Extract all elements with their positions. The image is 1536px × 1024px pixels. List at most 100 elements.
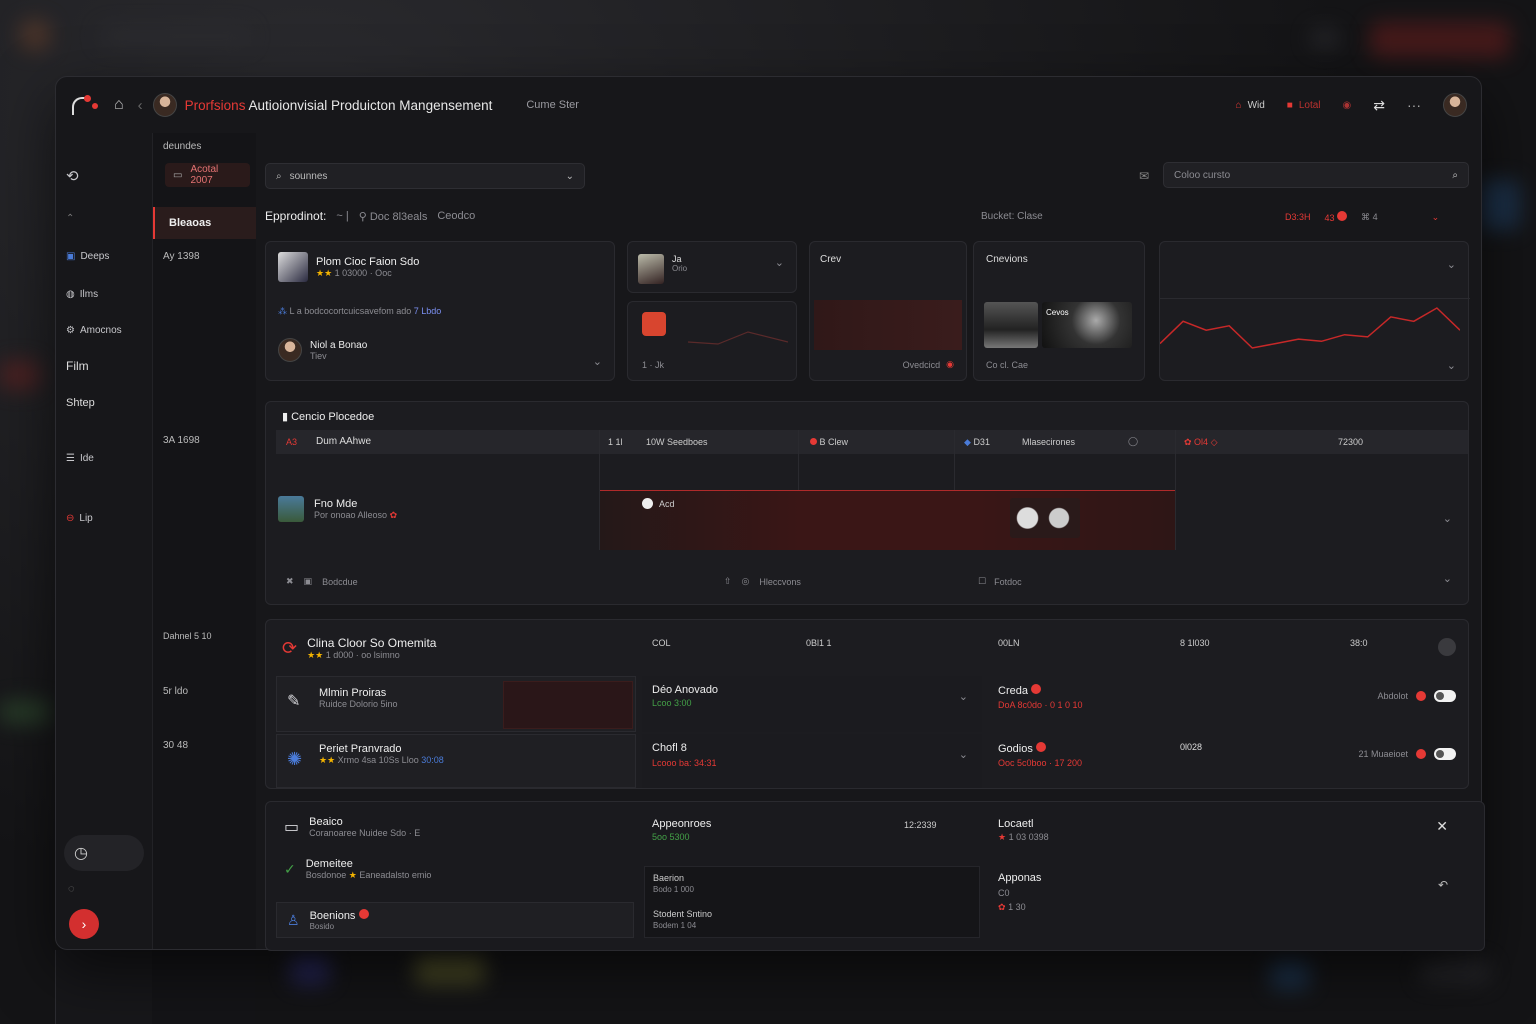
- profile-avatar[interactable]: [1443, 93, 1467, 117]
- project-row-1-mid[interactable]: Déo Anovado Lcoo 3:00 ⌄: [642, 676, 982, 732]
- subsidebar-label[interactable]: 5r ldo: [163, 686, 188, 697]
- tab-doc[interactable]: ⚲ Doc 8l3eals: [359, 210, 428, 223]
- schedule-footer-2[interactable]: ⇧ ◎ Hleccvons: [724, 576, 801, 587]
- home-icon[interactable]: ⌂: [114, 96, 124, 114]
- bottom-item-2-sub: Bosdonoe ★ Eaneadalsto emio: [306, 870, 432, 881]
- top-bar: ⌂ ‹ Prorfsions Autioionvisial Produicton…: [56, 77, 1481, 133]
- chevron-down-icon[interactable]: ⌄: [1447, 258, 1456, 271]
- chevron-down-icon[interactable]: ⌄: [1432, 212, 1440, 223]
- collapse-chevron-icon[interactable]: ⌃: [66, 213, 74, 224]
- chevron-down-icon[interactable]: ⌄: [1443, 572, 1452, 585]
- chevron-down-icon[interactable]: ⌄: [775, 256, 784, 269]
- project-row-2-left[interactable]: ✺ Periet Pranvrado ★★ Xrmo 4sa 10Ss Lloo…: [276, 734, 636, 788]
- share-icon[interactable]: ⇄: [1373, 97, 1385, 114]
- schedule-header-c2[interactable]: B Clew: [810, 437, 848, 447]
- schedule-tag[interactable]: Acd: [642, 498, 675, 509]
- crew-card[interactable]: Crev Ovedcicd ◉: [809, 241, 967, 381]
- schedule-footer-1[interactable]: ✖ ▣ Bodcdue: [286, 576, 358, 587]
- calendar-icon: ▭: [173, 169, 183, 181]
- top-item-lotal[interactable]: ■ Lotal: [1287, 100, 1321, 111]
- search-dropdown[interactable]: ⌕ sounnes ⌄: [265, 163, 585, 189]
- creations-card[interactable]: Cnevions Cevos Co cl. Cae: [973, 241, 1145, 381]
- profile-user-name: Niol a Bonao: [310, 340, 367, 351]
- creations-thumbnail-1[interactable]: [984, 302, 1038, 348]
- schedule-row[interactable]: Fno Mde Por onoao Alleoso ✿: [278, 496, 397, 522]
- sidebar-item-ilms[interactable]: ◍ Ilms: [66, 289, 98, 300]
- project-row-2-right[interactable]: Godios Ooc 5c0boo · 17 200 0l028 21 Muae…: [996, 734, 1466, 788]
- clock-button[interactable]: ◷: [64, 835, 144, 871]
- chevron-down-icon[interactable]: ⌄: [959, 748, 968, 761]
- chevron-down-icon[interactable]: ⌄: [1447, 359, 1456, 372]
- schedule-footer-3-label: Fotdoc: [994, 576, 1022, 587]
- search-icon: ⌕: [1452, 169, 1458, 181]
- schedule-title-text: Cencio Plocedoe: [291, 411, 375, 423]
- chevron-down-icon[interactable]: ⌄: [959, 690, 968, 703]
- creations-thumbnail-2[interactable]: Cevos: [1042, 302, 1132, 348]
- mini-chart-card[interactable]: 1 · Jk: [627, 301, 797, 381]
- bottom-mid-box[interactable]: Baerion Bodo 1 000 Stodent Sntino Bodem …: [644, 866, 980, 938]
- sidebar-item-ide[interactable]: ☰ Ide: [66, 453, 94, 464]
- sidebar-item-amocnos[interactable]: ⚙ Amocnos: [66, 325, 122, 336]
- app-logo[interactable]: [70, 91, 100, 119]
- row-1-toggle[interactable]: [1434, 690, 1456, 702]
- project-row-1-left[interactable]: ✎ Mlmin Proiras Ruidce Dolorio 5ino: [276, 676, 636, 732]
- chevron-down-icon[interactable]: ⌄: [593, 355, 602, 368]
- bottom-right-title: Locaetl: [998, 818, 1034, 830]
- mini-card[interactable]: Ja Orio ⌄: [627, 241, 797, 293]
- bottom-mid-title: Appeonroes: [652, 818, 712, 830]
- user-avatar[interactable]: [152, 93, 177, 117]
- project-row-2-mid[interactable]: Chofl 8 Lcooo ba: 34:31 ⌄: [642, 734, 982, 788]
- schedule-bar[interactable]: [600, 490, 1175, 550]
- sidebar-item-shtep[interactable]: Shtep: [66, 397, 95, 409]
- settings-button[interactable]: [1438, 638, 1456, 656]
- top-item-wid[interactable]: ⌂ Wid: [1236, 100, 1265, 111]
- subsidebar-label[interactable]: 30 48: [163, 740, 188, 751]
- project-row-1-sub: Ruidce Dolorio 5ino: [319, 699, 398, 709]
- subsidebar-label[interactable]: Ay 1398: [163, 251, 200, 262]
- projects-head-sub-text: 1 d000 · oo lsimno: [325, 650, 400, 660]
- chevron-right-icon: ›: [81, 916, 87, 932]
- row-2-toggle[interactable]: [1434, 748, 1456, 760]
- project-row-1-preview[interactable]: [503, 681, 633, 729]
- bottom-item-3[interactable]: ♙ Boenions Bosido: [276, 902, 634, 938]
- mini-info: Ja Orio: [672, 254, 687, 273]
- schedule-header-c1b[interactable]: 10W Seedboes: [646, 437, 708, 447]
- subsidebar-label[interactable]: 3A 1698: [163, 435, 200, 446]
- sidebar-item-lip[interactable]: ⊖ Lip: [66, 513, 93, 524]
- expand-button[interactable]: ›: [69, 909, 99, 939]
- right-search-input[interactable]: Coloo cursto ⌕: [1163, 162, 1469, 188]
- project-row-1-right[interactable]: Creda DoA 8c0do · 0 1 0 10 Abdolot: [996, 676, 1466, 732]
- sidebar-item-deeps[interactable]: ▣ Deeps: [66, 251, 109, 262]
- subsidebar-label[interactable]: Dahnel 5 10: [163, 631, 212, 641]
- chevron-down-icon: ⌄: [565, 170, 574, 182]
- schedule-thumbnail[interactable]: [1010, 498, 1080, 538]
- more-icon[interactable]: ···: [1407, 97, 1421, 113]
- record-icon[interactable]: ◉: [1343, 100, 1352, 111]
- undo-icon[interactable]: ↶: [1438, 878, 1448, 892]
- chevron-down-icon[interactable]: ⌄: [1443, 512, 1452, 525]
- record-icon: ◉: [946, 359, 954, 369]
- profile-user: Niol a Bonao Tiev: [310, 340, 367, 361]
- profile-desc-link[interactable]: 7 Lbdo: [414, 306, 442, 316]
- crew-title: Crev: [820, 254, 842, 265]
- bottom-item-2[interactable]: ✓ Demeitee Bosdonoe ★ Eaneadalsto emio: [284, 858, 431, 881]
- mail-icon[interactable]: ✉: [1139, 169, 1149, 183]
- sync-icon[interactable]: ⟲: [66, 167, 79, 185]
- bottom-item-1[interactable]: ▭ Beaico Coranoaree Nuidee Sdo · E: [284, 816, 420, 838]
- back-chevron-icon[interactable]: ‹: [138, 97, 143, 114]
- schedule-header-c3[interactable]: Mlasecirones: [1022, 437, 1075, 447]
- sidebar-item-label: Shtep: [66, 397, 95, 409]
- settings-small-icon[interactable]: ◌: [68, 883, 144, 895]
- period-dropdown[interactable]: ▭ Acotal 2007: [165, 163, 250, 187]
- schedule-header-c0[interactable]: Dum AAhwe: [316, 436, 371, 447]
- profile-card[interactable]: Plom Cioc Faion Sdo ★★ 1 03000 · Ooc ⁂ L…: [265, 241, 615, 381]
- line-chart-card[interactable]: ⌄ ⌄: [1159, 241, 1470, 381]
- crew-block: [814, 300, 962, 350]
- sidebar-item-film[interactable]: Film: [66, 359, 89, 373]
- flower-icon: ✿: [998, 902, 1006, 912]
- close-icon[interactable]: ✕: [1436, 818, 1448, 835]
- backdrop-blob: [0, 700, 50, 724]
- schedule-footer-3[interactable]: ☐ Fotdoc: [978, 576, 1022, 587]
- tab-ceodco[interactable]: Ceodco: [437, 210, 475, 222]
- subsidebar-item-active[interactable]: Bleaoas: [153, 207, 256, 239]
